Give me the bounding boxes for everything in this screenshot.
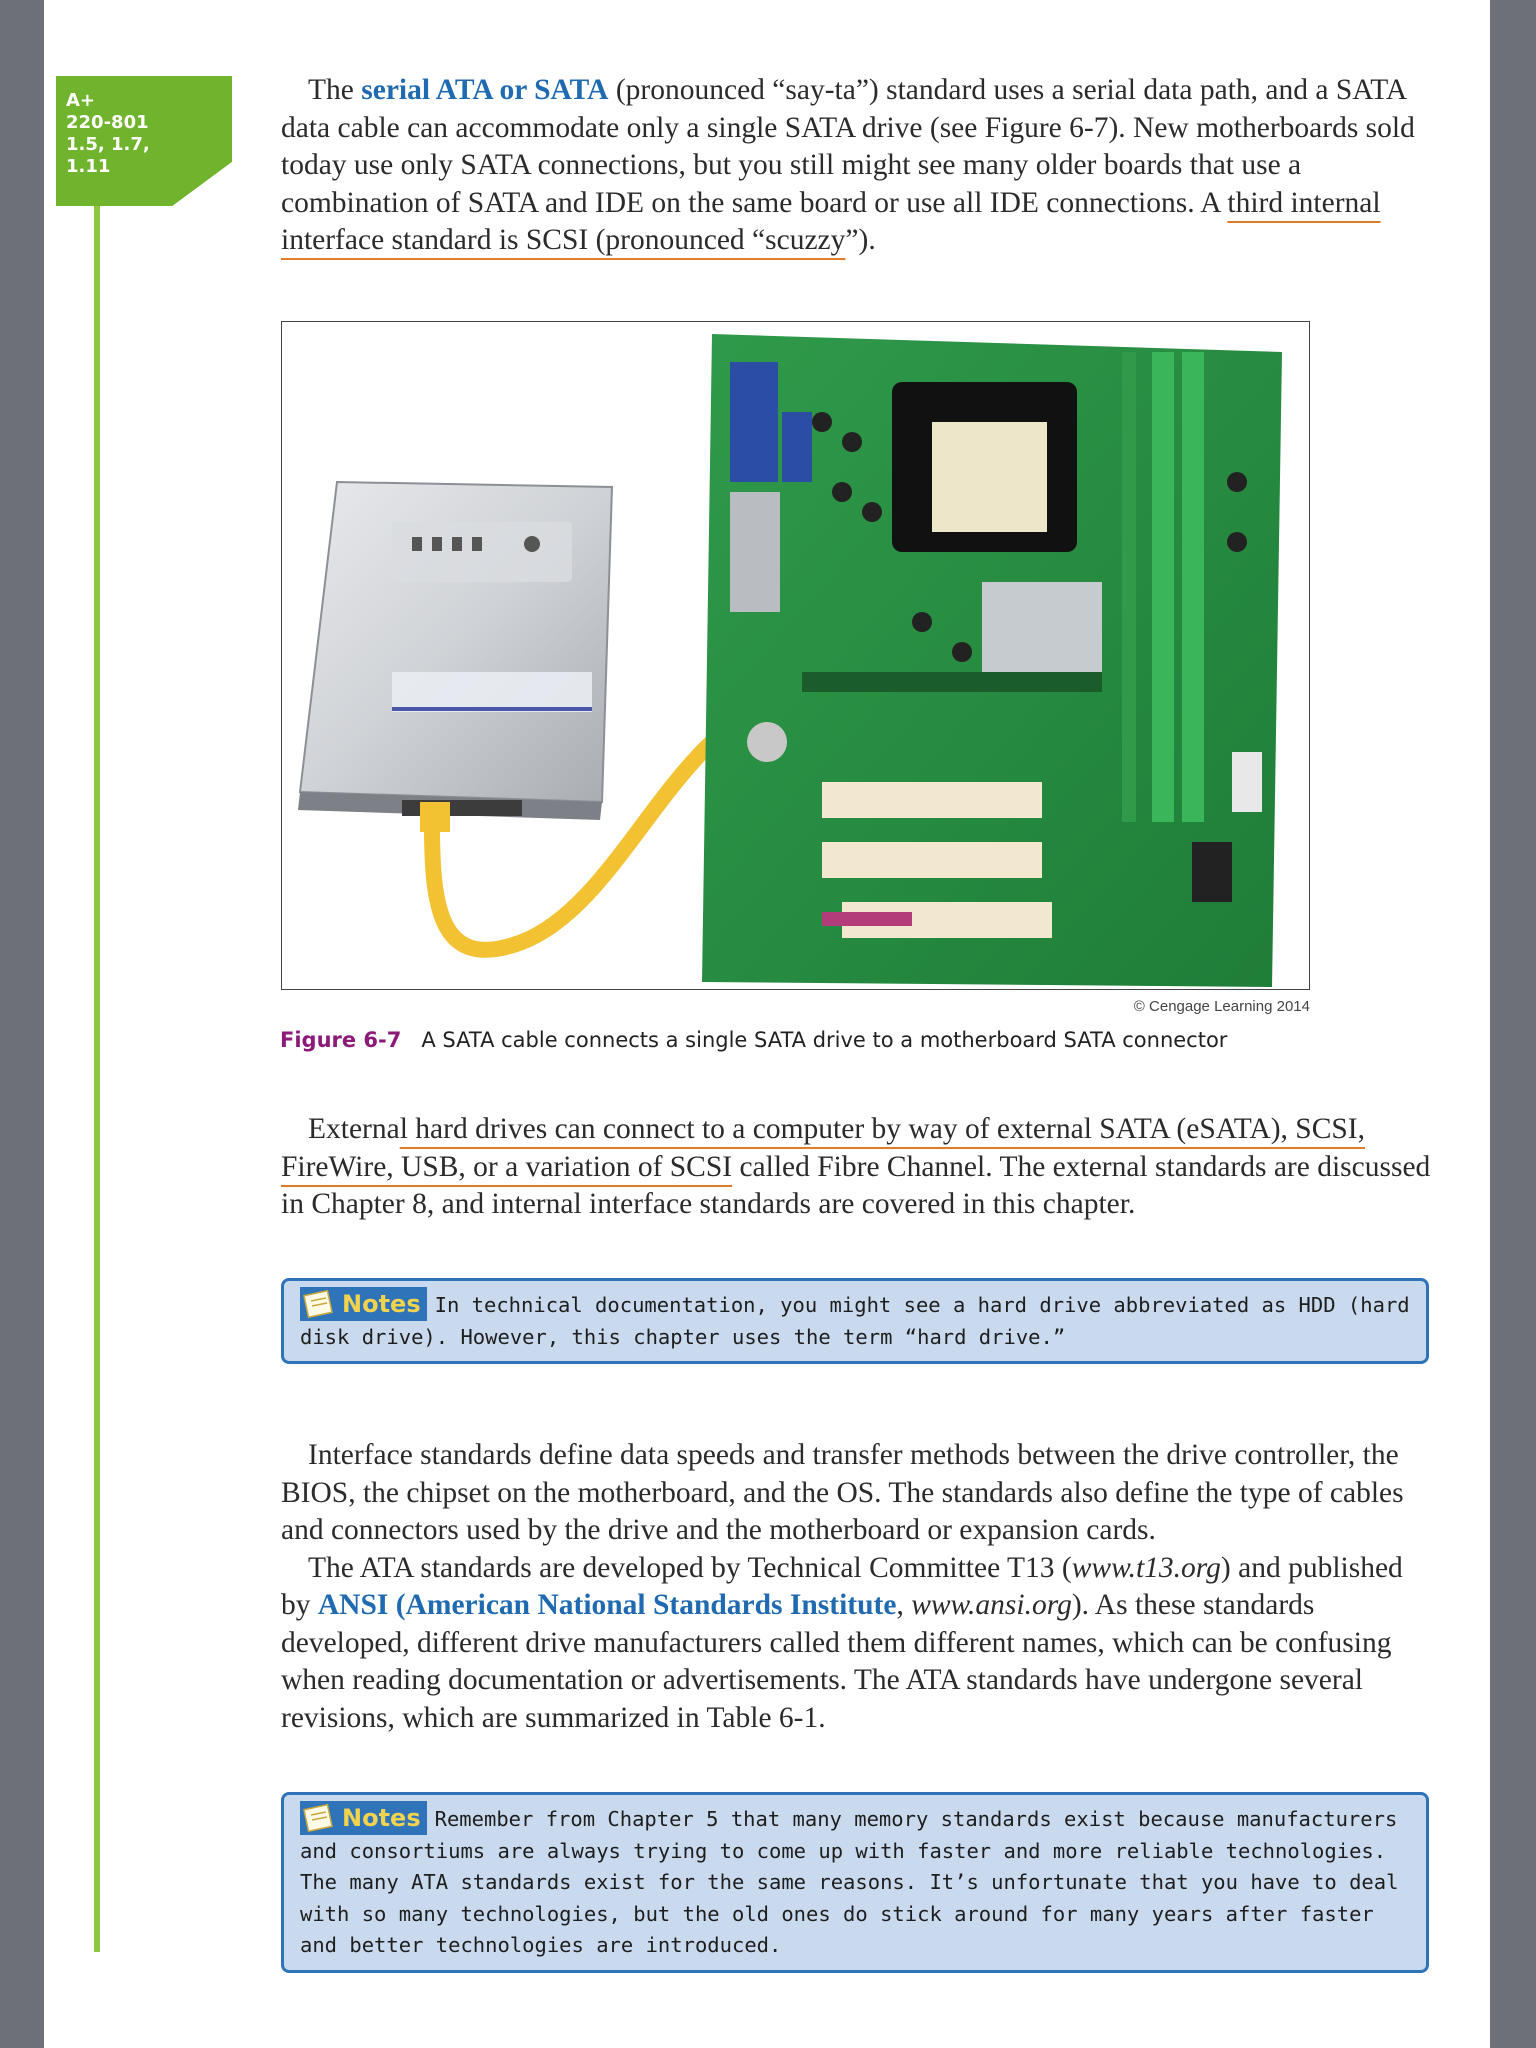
badge-line: A+ — [66, 90, 96, 111]
figure-credit: © Cengage Learning 2014 — [1133, 998, 1310, 1015]
paragraph-sata: The serial ATA or SATA (pronounced “say-… — [281, 74, 1415, 256]
hard-drive-icon — [298, 480, 614, 820]
paragraph-external: External hard drives can connect to a co… — [281, 1113, 1431, 1220]
keyword-sata: serial ATA or SATA — [361, 74, 609, 106]
note-box-standards: Notes Remember from Chapter 5 that many … — [281, 1792, 1429, 1973]
link-ansi: www.ansi.org — [911, 1589, 1072, 1621]
hard-drive-motherboard-illustration — [298, 334, 1282, 987]
paragraph-interface: Interface standards define data speeds a… — [281, 1439, 1404, 1734]
badge-line: 1.5, 1.7, — [66, 134, 150, 155]
figure-sata-photo — [281, 321, 1310, 990]
notes-tag: Notes — [300, 1287, 427, 1321]
link-t13: www.t13.org — [1071, 1551, 1221, 1584]
badge-line: 1.11 — [66, 156, 111, 177]
figure-label: Figure 6-7 — [280, 1028, 402, 1052]
note-box-hdd: Notes In technical documentation, you mi… — [281, 1278, 1429, 1364]
book-page — [44, 0, 1490, 2048]
aplus-margin-bar — [94, 206, 100, 1952]
notepad-icon — [303, 1289, 333, 1319]
keyword-ansi: ANSI (American National Standards Instit… — [317, 1589, 897, 1621]
note-text: Remember from Chapter 5 that many memory… — [300, 1807, 1399, 1957]
figure-caption-text: A SATA cable connects a single SATA driv… — [421, 1028, 1228, 1052]
notes-tag: Notes — [300, 1801, 427, 1835]
badge-line: 220-801 — [66, 112, 149, 133]
motherboard-icon — [702, 334, 1282, 987]
notepad-icon — [303, 1803, 333, 1833]
note-text: In technical documentation, you might se… — [300, 1293, 1410, 1349]
figure-caption: Figure 6-7 A SATA cable connects a single… — [280, 1028, 1227, 1052]
